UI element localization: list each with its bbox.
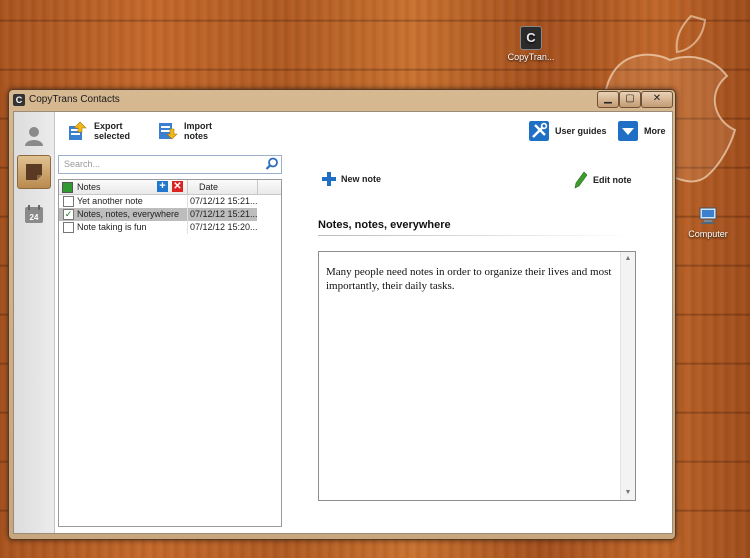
edit-note-label: Edit note [593, 175, 632, 185]
column-header-notes[interactable]: Notes [77, 182, 101, 192]
plus-icon [322, 172, 336, 186]
export-label-line2: selected [94, 131, 131, 141]
title-bar[interactable]: C CopyTrans Contacts ▁ ▢ ✕ [9, 90, 675, 110]
scroll-up-icon[interactable]: ▲ [621, 254, 635, 264]
vertical-scrollbar[interactable]: ▲ ▼ [620, 252, 635, 500]
computer-desktop-icon[interactable]: Computer [682, 207, 734, 239]
chevron-down-icon [618, 121, 638, 141]
person-icon [25, 127, 43, 146]
list-item-selected[interactable]: ✓ Notes, notes, everywhere 07/12/12 15:2… [59, 208, 258, 221]
calendar-day: 24 [30, 213, 39, 222]
search-input[interactable]: Search... [58, 155, 282, 174]
add-note-icon[interactable]: + [157, 181, 168, 192]
note-title: Notes, notes, everywhere [318, 219, 451, 231]
cell-divider [187, 221, 188, 234]
delete-note-icon[interactable]: ✕ [172, 181, 183, 192]
new-note-label: New note [341, 174, 382, 184]
sticky-note-icon [26, 164, 42, 180]
desktop-icon-label: CopyTran... [507, 52, 555, 62]
notes-list-header: Notes + ✕ Date [59, 180, 281, 195]
app-icon: C [13, 94, 25, 106]
row-checkbox[interactable] [63, 222, 74, 233]
search-placeholder: Search... [64, 159, 101, 169]
import-notes-button[interactable]: Import notes [158, 121, 212, 141]
column-divider [187, 180, 188, 194]
search-icon[interactable] [265, 157, 279, 171]
export-selected-button[interactable]: Export selected [68, 121, 130, 141]
more-button[interactable]: More [618, 121, 666, 141]
desktop-icon-label: Computer [688, 229, 728, 239]
note-date-cell: 07/12/12 15:20... [190, 222, 258, 232]
import-label-line2: notes [184, 131, 209, 141]
nav-calendar-button[interactable]: 24 [17, 197, 51, 231]
export-icon [69, 121, 87, 140]
note-date-cell: 07/12/12 15:21... [190, 209, 258, 219]
close-button[interactable]: ✕ [641, 91, 673, 108]
column-header-date[interactable]: Date [199, 182, 218, 192]
notes-list: Notes + ✕ Date Yet another note 07/12/12… [58, 179, 282, 527]
nav-notes-button[interactable] [17, 155, 51, 189]
cell-divider [187, 208, 188, 221]
column-divider [257, 180, 258, 194]
copytrans-desktop-icon[interactable]: C CopyTran... [502, 26, 560, 62]
select-all-checkbox[interactable] [62, 182, 73, 193]
edit-note-button[interactable]: Edit note [574, 171, 632, 189]
user-guides-button[interactable]: User guides [529, 121, 607, 141]
new-note-button[interactable]: New note [321, 171, 381, 187]
user-guides-label: User guides [555, 126, 607, 136]
pencil-icon [574, 171, 588, 189]
tools-icon [529, 121, 549, 141]
title-divider [318, 235, 635, 236]
scroll-down-icon[interactable]: ▼ [621, 488, 635, 498]
left-nav: 24 [14, 112, 55, 533]
calendar-icon: 24 [25, 205, 43, 223]
computer-icon [699, 207, 717, 224]
maximize-button[interactable]: ▢ [619, 91, 641, 108]
window-title: CopyTrans Contacts [29, 94, 120, 105]
import-icon [159, 123, 178, 140]
nav-contacts-button[interactable] [17, 119, 51, 153]
note-date-cell: 07/12/12 15:21... [190, 196, 258, 206]
more-label: More [644, 126, 666, 136]
list-item[interactable]: Note taking is fun 07/12/12 15:20... [59, 221, 258, 234]
note-title-cell: Yet another note [77, 196, 143, 206]
import-label-line1: Import [184, 121, 212, 131]
export-label-line1: Export [94, 121, 123, 131]
note-body-text: Many people need notes in order to organ… [326, 266, 612, 292]
note-title-cell: Note taking is fun [77, 222, 147, 232]
list-item[interactable]: Yet another note 07/12/12 15:21... [59, 195, 258, 208]
copytrans-window: C CopyTrans Contacts ▁ ▢ ✕ 24 Export sel… [8, 89, 676, 540]
copytrans-app-icon: C [520, 26, 542, 50]
window-client-area: 24 Export selected Import notes User gui… [13, 111, 673, 534]
cell-divider [187, 195, 188, 208]
row-checkbox[interactable] [63, 196, 74, 207]
note-body-textarea[interactable]: Many people need notes in order to organ… [318, 251, 636, 501]
note-title-cell: Notes, notes, everywhere [77, 209, 180, 219]
minimize-button[interactable]: ▁ [597, 91, 619, 108]
row-checkbox-checked[interactable]: ✓ [63, 209, 74, 220]
